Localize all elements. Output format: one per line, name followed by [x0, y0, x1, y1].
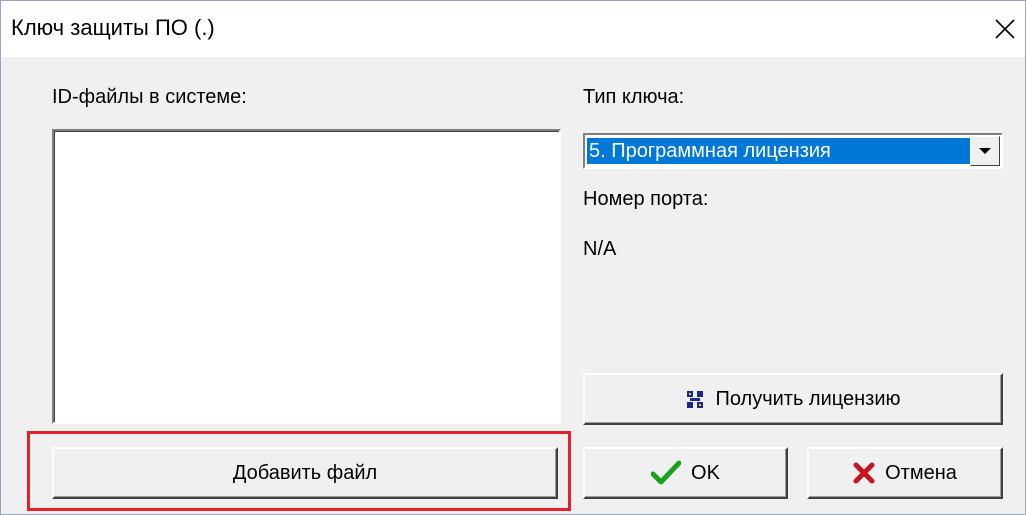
close-icon: [995, 19, 1015, 39]
license-key-dialog: Ключ защиты ПО (.) ID-файлы в системе: Т…: [0, 0, 1026, 515]
add-file-button[interactable]: Добавить файл: [52, 447, 558, 499]
checkmark-icon: [651, 460, 682, 486]
dropdown-arrow-icon: [979, 148, 991, 154]
id-files-label: ID-файлы в системе:: [52, 86, 247, 108]
key-type-label: Тип ключа:: [583, 86, 685, 108]
ok-button[interactable]: OK: [583, 447, 788, 499]
get-license-label: Получить лицензию: [715, 387, 901, 410]
key-type-dropdown-button[interactable]: [970, 136, 1000, 166]
cross-icon: [853, 462, 875, 484]
key-type-select[interactable]: 5. Программная лицензия: [583, 133, 1003, 169]
cancel-button[interactable]: Отмена: [807, 447, 1003, 499]
ok-label: OK: [691, 461, 720, 484]
close-button[interactable]: [991, 15, 1019, 43]
port-number-label: Номер порта:: [583, 188, 709, 210]
title-bar: Ключ защиты ПО (.): [1, 1, 1025, 57]
key-type-selected-value: 5. Программная лицензия: [586, 137, 972, 165]
license-key-icon: [685, 389, 705, 409]
get-license-button[interactable]: Получить лицензию: [583, 373, 1003, 425]
id-files-list[interactable]: [52, 129, 561, 424]
dialog-title: Ключ защиты ПО (.): [11, 15, 215, 40]
add-file-label: Добавить файл: [232, 461, 378, 484]
cancel-label: Отмена: [885, 461, 957, 484]
port-number-value: N/A: [583, 238, 617, 260]
